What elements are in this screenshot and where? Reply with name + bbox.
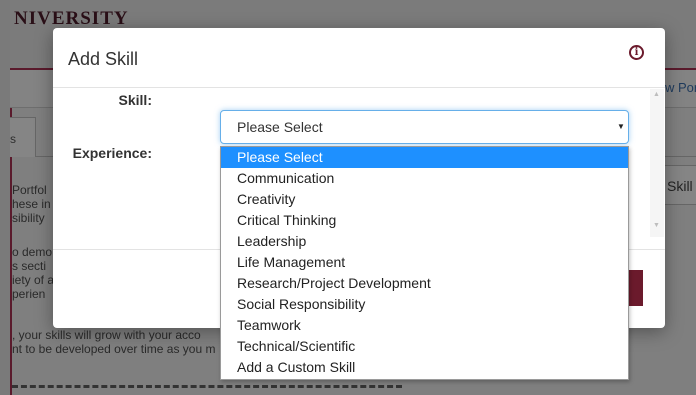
skill-option-creativity[interactable]: Creativity xyxy=(221,189,628,210)
skill-option-technical-scientific[interactable]: Technical/Scientific xyxy=(221,336,628,357)
skill-select[interactable]: Please Select xyxy=(220,110,629,144)
modal-header: Add Skill i xyxy=(53,28,665,88)
skill-option-please-select[interactable]: Please Select xyxy=(221,147,628,168)
background-text: iety of a xyxy=(12,273,55,287)
skill-option-leadership[interactable]: Leadership xyxy=(221,231,628,252)
dashed-divider xyxy=(12,385,402,388)
university-name: NIVERSITY xyxy=(14,8,129,29)
background-tab: s xyxy=(10,117,36,157)
portfolio-link: w Por xyxy=(665,80,696,95)
skill-option-add-custom-skill[interactable]: Add a Custom Skill xyxy=(221,357,628,378)
background-text: , your skills will grow with your acco xyxy=(12,328,201,342)
background-text: s secti xyxy=(12,259,47,273)
skill-option-social-responsibility[interactable]: Social Responsibility xyxy=(221,294,628,315)
info-icon[interactable]: i xyxy=(629,45,644,60)
skill-option-life-management[interactable]: Life Management xyxy=(221,252,628,273)
skill-option-research-project-development[interactable]: Research/Project Development xyxy=(221,273,628,294)
scroll-up-icon[interactable]: ▲ xyxy=(653,91,660,98)
modal-title: Add Skill xyxy=(68,49,139,69)
background-text: perien xyxy=(12,287,46,301)
background-text: sibility xyxy=(12,211,45,225)
modal-scrollbar[interactable]: ▲ ▼ xyxy=(650,89,664,237)
background-text: hese in xyxy=(12,197,51,211)
background-text: nt to be developed over time as you m xyxy=(12,342,216,356)
skill-option-teamwork[interactable]: Teamwork xyxy=(221,315,628,336)
scroll-down-icon[interactable]: ▼ xyxy=(653,222,660,229)
skill-option-communication[interactable]: Communication xyxy=(221,168,628,189)
background-text: o demo xyxy=(12,245,53,259)
background-text: Portfol xyxy=(12,183,47,197)
skill-option-critical-thinking[interactable]: Critical Thinking xyxy=(221,210,628,231)
skill-dropdown-list: Please Select Communication Creativity C… xyxy=(220,146,629,380)
experience-label: Experience: xyxy=(72,145,152,161)
skill-label: Skill: xyxy=(118,92,152,108)
caret-down-icon: ▼ xyxy=(617,122,625,131)
skills-tab: Skill xyxy=(660,165,696,205)
